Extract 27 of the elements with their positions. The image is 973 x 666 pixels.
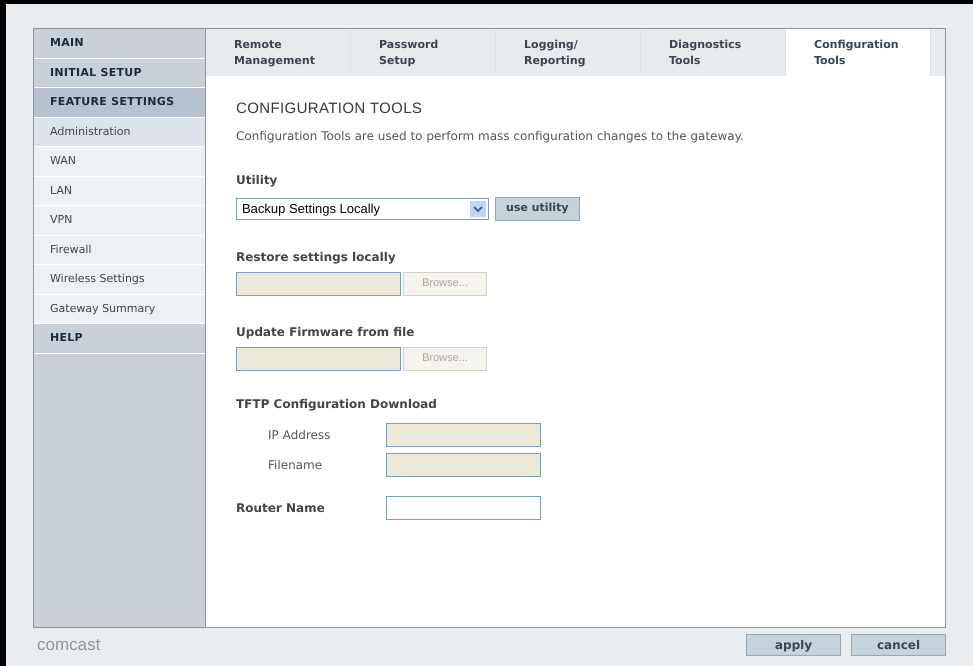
cancel-button[interactable]: cancel bbox=[851, 634, 946, 656]
logo: comcast bbox=[37, 634, 100, 656]
sidebar-section[interactable]: INITIAL SETUP bbox=[34, 58, 205, 88]
sidebar-item[interactable]: Wireless Settings bbox=[34, 265, 205, 294]
page-description: Configuration Tools are used to perform mass configuration changes to the gateway. bbox=[236, 128, 745, 144]
sidebar-item[interactable]: Gateway Summary bbox=[34, 294, 205, 324]
tab[interactable]: Configuration Tools bbox=[786, 29, 931, 76]
sidebar-item[interactable]: Firewall bbox=[34, 236, 205, 265]
section-label: TFTP Configuration Download bbox=[236, 396, 438, 412]
use-utility-button[interactable]: use utility bbox=[495, 196, 580, 220]
dropdown-value: Backup Settings Locally bbox=[242, 200, 380, 218]
sidebar-section[interactable]: FEATURE SETTINGS bbox=[34, 88, 205, 118]
section-label: Utility bbox=[236, 172, 278, 188]
sidebar-item[interactable]: WAN bbox=[34, 147, 205, 176]
field-label: Filename bbox=[267, 456, 324, 474]
apply-button[interactable]: apply bbox=[746, 634, 841, 656]
sidebar-item[interactable]: VPN bbox=[34, 206, 205, 236]
chevron-down-icon bbox=[470, 200, 486, 216]
section-label: Restore settings locally bbox=[236, 248, 397, 266]
field-label: IP Address bbox=[267, 426, 332, 444]
router-name-field[interactable] bbox=[386, 496, 541, 520]
sidebar-item[interactable]: LAN bbox=[34, 176, 205, 206]
utility-dropdown[interactable]: Backup Settings Locally bbox=[236, 198, 489, 220]
field-label: Router Name bbox=[236, 500, 326, 516]
section-label: Update Firmware from file bbox=[236, 324, 416, 340]
sidebar-item[interactable]: Administration bbox=[34, 118, 205, 147]
page-title: CONFIGURATION TOOLS bbox=[236, 99, 424, 119]
